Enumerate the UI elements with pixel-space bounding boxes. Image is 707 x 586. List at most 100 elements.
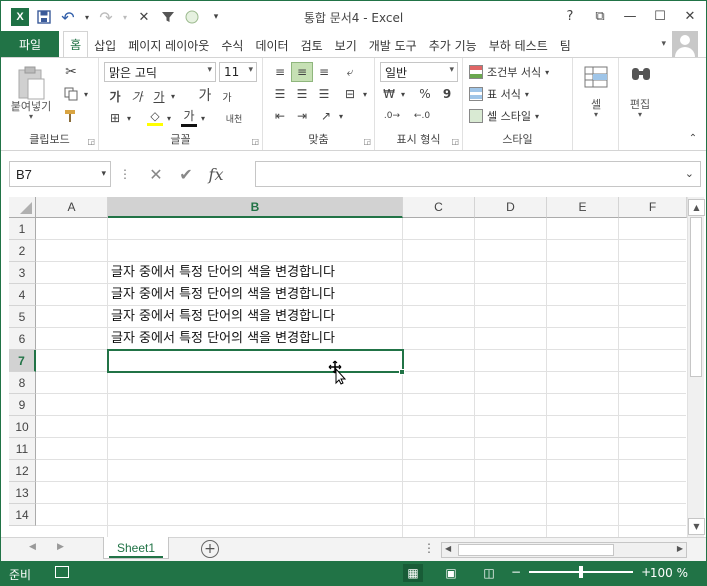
- merge-dropdown-icon[interactable]: ▾: [361, 84, 369, 104]
- next-sheet-icon[interactable]: ▶: [57, 542, 64, 552]
- ribbon-display-button[interactable]: ⧉: [590, 6, 610, 26]
- row-header-9[interactable]: 9: [9, 394, 36, 416]
- fill-color-icon[interactable]: ◇: [145, 106, 165, 128]
- font-color-icon[interactable]: 가: [179, 106, 199, 128]
- font-color-dropdown-icon[interactable]: ▾: [199, 108, 207, 128]
- zoom-out-button[interactable]: −: [511, 565, 521, 579]
- scroll-left-icon[interactable]: ◀: [445, 544, 451, 553]
- increase-font-button[interactable]: 가: [195, 84, 215, 106]
- enter-icon[interactable]: ✔: [171, 165, 201, 184]
- cell-b4[interactable]: 글자 중에서 특정 단어의 색을 변경합니다: [111, 284, 335, 306]
- align-bottom-icon[interactable]: ≡: [313, 62, 335, 82]
- cell-b5[interactable]: 글자 중에서 특정 단어의 색을 변경합니다: [111, 306, 335, 328]
- select-all-button[interactable]: [9, 197, 36, 218]
- underline-dropdown-icon[interactable]: ▾: [169, 86, 177, 106]
- decrease-font-button[interactable]: 가: [217, 86, 237, 106]
- tab-view[interactable]: 보기: [329, 33, 363, 57]
- tab-team[interactable]: 팀: [554, 33, 577, 57]
- wrap-text-icon[interactable]: ⤶: [339, 62, 361, 82]
- page-layout-view-button[interactable]: ▣: [441, 564, 461, 582]
- col-header-a[interactable]: A: [36, 197, 108, 218]
- insert-function-icon[interactable]: fx: [201, 165, 231, 184]
- col-header-e[interactable]: E: [547, 197, 619, 218]
- tab-load-test[interactable]: 부하 테스트: [483, 33, 554, 57]
- font-launcher-icon[interactable]: ◲: [251, 137, 259, 146]
- cells-dropdown-icon[interactable]: ▾: [573, 110, 619, 119]
- close-button[interactable]: ✕: [680, 6, 700, 26]
- tab-page-layout[interactable]: 페이지 레이아웃: [122, 33, 215, 57]
- scroll-down-icon[interactable]: ▼: [688, 518, 705, 535]
- formula-bar-more-icon[interactable]: ⋮: [119, 166, 131, 182]
- scroll-up-icon[interactable]: ▲: [688, 199, 705, 216]
- cell-b6[interactable]: 글자 중에서 특정 단어의 색을 변경합니다: [111, 328, 335, 350]
- row-header-5[interactable]: 5: [9, 306, 36, 328]
- fill-handle[interactable]: [399, 369, 405, 375]
- format-painter-icon[interactable]: [61, 106, 81, 126]
- row-header-10[interactable]: 10: [9, 416, 36, 438]
- cell-styles-button[interactable]: 셀 스타일 ▾: [469, 106, 569, 126]
- orientation-icon[interactable]: ↗: [315, 106, 337, 126]
- row-header-14[interactable]: 14: [9, 504, 36, 526]
- worksheet-grid[interactable]: A B C D E F 1 2 3 4 5 6 7 8 9 10 11 12 1…: [1, 197, 706, 537]
- align-middle-icon[interactable]: ≡: [291, 62, 313, 82]
- align-left-icon[interactable]: ☰: [269, 84, 291, 104]
- conditional-format-button[interactable]: 조건부 서식 ▾: [469, 62, 569, 82]
- tab-developer[interactable]: 개발 도구: [363, 33, 423, 57]
- vertical-scrollbar[interactable]: ▲ ▼: [687, 197, 705, 537]
- align-center-icon[interactable]: ☰: [291, 84, 313, 104]
- tab-review[interactable]: 검토: [295, 33, 329, 57]
- horizontal-scrollbar[interactable]: ◀ ▶: [441, 542, 687, 558]
- decrease-indent-icon[interactable]: ⇤: [269, 106, 291, 126]
- row-header-11[interactable]: 11: [9, 438, 36, 460]
- phonetic-button[interactable]: 내천: [221, 108, 247, 128]
- cells-icon[interactable]: [582, 64, 610, 90]
- copy-dropdown-icon[interactable]: ▾: [81, 84, 91, 104]
- currency-icon[interactable]: ₩: [379, 84, 399, 104]
- cancel-icon[interactable]: ✕: [141, 165, 171, 184]
- number-launcher-icon[interactable]: ◲: [451, 137, 459, 146]
- expand-formula-icon[interactable]: ⌄: [685, 167, 694, 180]
- row-header-1[interactable]: 1: [9, 218, 36, 240]
- normal-view-button[interactable]: ▦: [403, 564, 423, 582]
- format-as-table-button[interactable]: 표 서식 ▾: [469, 84, 569, 104]
- col-header-d[interactable]: D: [475, 197, 547, 218]
- underline-button[interactable]: 가: [149, 86, 169, 106]
- cut-icon[interactable]: ✂: [61, 62, 81, 82]
- horizontal-scroll-thumb[interactable]: [458, 544, 614, 556]
- align-top-icon[interactable]: ≡: [269, 62, 291, 82]
- tab-file[interactable]: 파일: [1, 31, 60, 57]
- col-header-f[interactable]: F: [619, 197, 687, 218]
- tab-insert[interactable]: 삽입: [88, 33, 122, 57]
- scroll-right-icon[interactable]: ▶: [677, 544, 683, 553]
- avatar[interactable]: [672, 31, 698, 57]
- row-header-4[interactable]: 4: [9, 284, 36, 306]
- alignment-launcher-icon[interactable]: ◲: [363, 137, 371, 146]
- zoom-level[interactable]: 100 %: [650, 566, 688, 580]
- clipboard-launcher-icon[interactable]: ◲: [87, 137, 95, 146]
- bold-button[interactable]: 가: [105, 86, 125, 106]
- help-button[interactable]: ?: [560, 6, 580, 26]
- border-dropdown-icon[interactable]: ▾: [125, 108, 133, 128]
- row-header-2[interactable]: 2: [9, 240, 36, 262]
- italic-button[interactable]: 가: [127, 86, 147, 106]
- find-icon[interactable]: [627, 64, 655, 90]
- sheet-bar-more-icon[interactable]: ⋮: [423, 541, 435, 555]
- merge-center-icon[interactable]: ⊟: [339, 84, 361, 104]
- number-format-select[interactable]: 일반 ▾: [380, 62, 458, 82]
- increase-decimal-icon[interactable]: .0→: [379, 106, 405, 126]
- border-icon[interactable]: ⊞: [105, 108, 125, 128]
- name-box[interactable]: B7 ▾: [9, 161, 111, 187]
- tab-formulas[interactable]: 수식: [215, 33, 249, 57]
- row-header-6[interactable]: 6: [9, 328, 36, 350]
- copy-icon[interactable]: [61, 84, 81, 104]
- fill-dropdown-icon[interactable]: ▾: [165, 108, 173, 128]
- selected-cell-b7[interactable]: [107, 349, 404, 373]
- minimize-button[interactable]: —: [620, 6, 640, 26]
- currency-dropdown-icon[interactable]: ▾: [399, 84, 407, 104]
- tab-home[interactable]: 홈: [63, 31, 89, 57]
- row-header-12[interactable]: 12: [9, 460, 36, 482]
- increase-indent-icon[interactable]: ⇥: [291, 106, 313, 126]
- maximize-button[interactable]: ☐: [650, 6, 670, 26]
- row-header-8[interactable]: 8: [9, 372, 36, 394]
- editing-dropdown-icon[interactable]: ▾: [619, 110, 661, 119]
